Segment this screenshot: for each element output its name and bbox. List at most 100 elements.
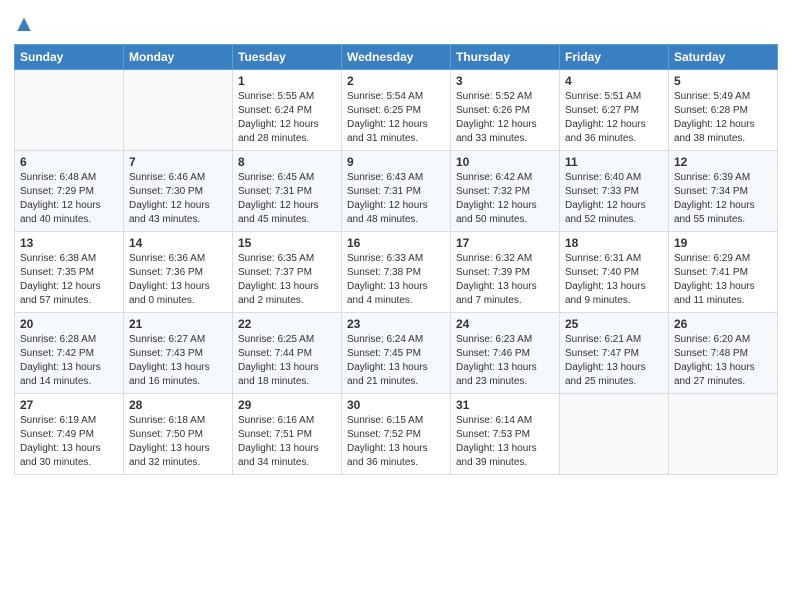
day-detail: Sunrise: 6:40 AM Sunset: 7:33 PM Dayligh… [565, 171, 663, 227]
day-detail: Sunrise: 6:39 AM Sunset: 7:34 PM Dayligh… [674, 171, 772, 227]
day-number: 13 [20, 236, 118, 250]
day-number: 2 [347, 74, 445, 88]
calendar-cell: 22Sunrise: 6:25 AM Sunset: 7:44 PM Dayli… [233, 313, 342, 394]
day-detail: Sunrise: 6:18 AM Sunset: 7:50 PM Dayligh… [129, 414, 227, 470]
day-number: 21 [129, 317, 227, 331]
calendar-cell: 1 Sunrise: 5:55 AM Sunset: 6:24 PM Daylig… [233, 70, 342, 151]
day-header: Wednesday [342, 45, 451, 70]
calendar-cell [669, 394, 778, 475]
calendar-cell: 15 Sunrise: 6:35 AM Sunset: 7:37 PM Dayli… [233, 232, 342, 313]
day-detail: Sunrise: 6:20 AM Sunset: 7:48 PM Dayligh… [674, 333, 772, 389]
calendar-cell: 30 Sunrise: 6:15 AM Sunset: 7:52 PM Dayli… [342, 394, 451, 475]
header-row: SundayMondayTuesdayWednesdayThursdayFrid… [15, 45, 778, 70]
day-number: 19 [674, 236, 772, 250]
logo-icon [14, 16, 34, 36]
day-detail: Sunrise: 5:52 AM Sunset: 6:26 PM Dayligh… [456, 90, 554, 146]
calendar-week-row: 20 Sunrise: 6:28 AM Sunset: 7:42 PM Dayli… [15, 313, 778, 394]
calendar-cell: 6 Sunrise: 6:48 AM Sunset: 7:29 PM Daylig… [15, 151, 124, 232]
calendar-cell [124, 70, 233, 151]
day-number: 25 [565, 317, 663, 331]
calendar-cell: 27Sunrise: 6:19 AM Sunset: 7:49 PM Dayli… [15, 394, 124, 475]
day-number: 8 [238, 155, 336, 169]
calendar-week-row: 27Sunrise: 6:19 AM Sunset: 7:49 PM Dayli… [15, 394, 778, 475]
day-number: 4 [565, 74, 663, 88]
day-detail: Sunrise: 6:28 AM Sunset: 7:42 PM Dayligh… [20, 333, 118, 389]
calendar-cell [15, 70, 124, 151]
calendar-cell: 11Sunrise: 6:40 AM Sunset: 7:33 PM Dayli… [560, 151, 669, 232]
day-detail: Sunrise: 5:54 AM Sunset: 6:25 PM Dayligh… [347, 90, 445, 146]
day-detail: Sunrise: 6:48 AM Sunset: 7:29 PM Dayligh… [20, 171, 118, 227]
day-detail: Sunrise: 6:36 AM Sunset: 7:36 PM Dayligh… [129, 252, 227, 308]
day-number: 14 [129, 236, 227, 250]
calendar-cell: 25 Sunrise: 6:21 AM Sunset: 7:47 PM Dayli… [560, 313, 669, 394]
calendar-cell: 23 Sunrise: 6:24 AM Sunset: 7:45 PM Dayli… [342, 313, 451, 394]
day-detail: Sunrise: 6:45 AM Sunset: 7:31 PM Dayligh… [238, 171, 336, 227]
logo [14, 16, 36, 36]
page-container: SundayMondayTuesdayWednesdayThursdayFrid… [0, 0, 792, 489]
calendar-cell: 18Sunrise: 6:31 AM Sunset: 7:40 PM Dayli… [560, 232, 669, 313]
calendar-cell: 9 Sunrise: 6:43 AM Sunset: 7:31 PM Daylig… [342, 151, 451, 232]
day-number: 10 [456, 155, 554, 169]
calendar-cell: 29 Sunrise: 6:16 AM Sunset: 7:51 PM Dayli… [233, 394, 342, 475]
calendar-cell: 2 Sunrise: 5:54 AM Sunset: 6:25 PM Daylig… [342, 70, 451, 151]
day-detail: Sunrise: 6:35 AM Sunset: 7:37 PM Dayligh… [238, 252, 336, 308]
calendar-cell: 20 Sunrise: 6:28 AM Sunset: 7:42 PM Dayli… [15, 313, 124, 394]
day-header: Saturday [669, 45, 778, 70]
day-number: 31 [456, 398, 554, 412]
day-number: 1 [238, 74, 336, 88]
calendar-week-row: 13Sunrise: 6:38 AM Sunset: 7:35 PM Dayli… [15, 232, 778, 313]
calendar-cell: 17 Sunrise: 6:32 AM Sunset: 7:39 PM Dayli… [451, 232, 560, 313]
day-header: Thursday [451, 45, 560, 70]
calendar-cell: 7 Sunrise: 6:46 AM Sunset: 7:30 PM Daylig… [124, 151, 233, 232]
calendar-week-row: 1 Sunrise: 5:55 AM Sunset: 6:24 PM Daylig… [15, 70, 778, 151]
day-detail: Sunrise: 6:24 AM Sunset: 7:45 PM Dayligh… [347, 333, 445, 389]
calendar-cell: 24 Sunrise: 6:23 AM Sunset: 7:46 PM Dayli… [451, 313, 560, 394]
day-detail: Sunrise: 6:32 AM Sunset: 7:39 PM Dayligh… [456, 252, 554, 308]
day-number: 30 [347, 398, 445, 412]
day-header: Monday [124, 45, 233, 70]
day-detail: Sunrise: 6:16 AM Sunset: 7:51 PM Dayligh… [238, 414, 336, 470]
calendar-cell: 31 Sunrise: 6:14 AM Sunset: 7:53 PM Dayli… [451, 394, 560, 475]
day-number: 27 [20, 398, 118, 412]
calendar-cell: 28 Sunrise: 6:18 AM Sunset: 7:50 PM Dayli… [124, 394, 233, 475]
calendar-cell: 12 Sunrise: 6:39 AM Sunset: 7:34 PM Dayli… [669, 151, 778, 232]
calendar-cell: 14 Sunrise: 6:36 AM Sunset: 7:36 PM Dayli… [124, 232, 233, 313]
calendar-cell: 21 Sunrise: 6:27 AM Sunset: 7:43 PM Dayli… [124, 313, 233, 394]
day-number: 7 [129, 155, 227, 169]
day-detail: Sunrise: 6:46 AM Sunset: 7:30 PM Dayligh… [129, 171, 227, 227]
day-number: 3 [456, 74, 554, 88]
day-detail: Sunrise: 6:14 AM Sunset: 7:53 PM Dayligh… [456, 414, 554, 470]
calendar-cell: 19Sunrise: 6:29 AM Sunset: 7:41 PM Dayli… [669, 232, 778, 313]
day-number: 28 [129, 398, 227, 412]
day-detail: Sunrise: 6:31 AM Sunset: 7:40 PM Dayligh… [565, 252, 663, 308]
calendar-week-row: 6 Sunrise: 6:48 AM Sunset: 7:29 PM Daylig… [15, 151, 778, 232]
day-detail: Sunrise: 6:15 AM Sunset: 7:52 PM Dayligh… [347, 414, 445, 470]
day-detail: Sunrise: 6:21 AM Sunset: 7:47 PM Dayligh… [565, 333, 663, 389]
calendar-cell: 26Sunrise: 6:20 AM Sunset: 7:48 PM Dayli… [669, 313, 778, 394]
header [14, 10, 778, 36]
day-header: Tuesday [233, 45, 342, 70]
calendar-cell: 13Sunrise: 6:38 AM Sunset: 7:35 PM Dayli… [15, 232, 124, 313]
day-number: 29 [238, 398, 336, 412]
calendar-cell: 8 Sunrise: 6:45 AM Sunset: 7:31 PM Daylig… [233, 151, 342, 232]
day-number: 15 [238, 236, 336, 250]
day-detail: Sunrise: 6:27 AM Sunset: 7:43 PM Dayligh… [129, 333, 227, 389]
calendar-cell: 3 Sunrise: 5:52 AM Sunset: 6:26 PM Daylig… [451, 70, 560, 151]
calendar-cell [560, 394, 669, 475]
day-detail: Sunrise: 5:55 AM Sunset: 6:24 PM Dayligh… [238, 90, 336, 146]
day-number: 24 [456, 317, 554, 331]
calendar-cell: 10 Sunrise: 6:42 AM Sunset: 7:32 PM Dayli… [451, 151, 560, 232]
day-number: 23 [347, 317, 445, 331]
calendar-cell: 4 Sunrise: 5:51 AM Sunset: 6:27 PM Daylig… [560, 70, 669, 151]
day-number: 9 [347, 155, 445, 169]
day-detail: Sunrise: 6:42 AM Sunset: 7:32 PM Dayligh… [456, 171, 554, 227]
day-number: 17 [456, 236, 554, 250]
day-detail: Sunrise: 5:49 AM Sunset: 6:28 PM Dayligh… [674, 90, 772, 146]
day-number: 20 [20, 317, 118, 331]
day-detail: Sunrise: 6:43 AM Sunset: 7:31 PM Dayligh… [347, 171, 445, 227]
day-detail: Sunrise: 5:51 AM Sunset: 6:27 PM Dayligh… [565, 90, 663, 146]
day-number: 12 [674, 155, 772, 169]
calendar-table: SundayMondayTuesdayWednesdayThursdayFrid… [14, 44, 778, 475]
day-number: 6 [20, 155, 118, 169]
day-detail: Sunrise: 6:23 AM Sunset: 7:46 PM Dayligh… [456, 333, 554, 389]
